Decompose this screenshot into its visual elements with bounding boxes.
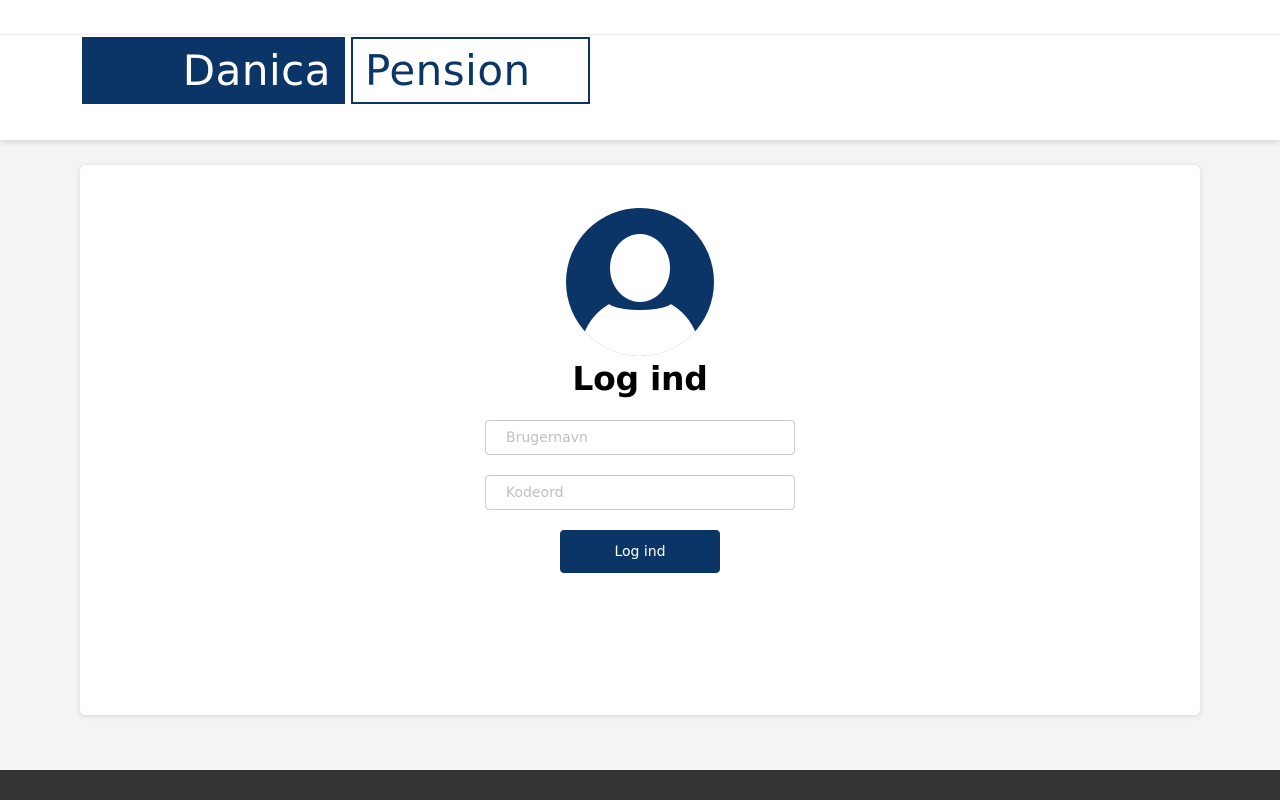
site-footer	[0, 770, 1280, 800]
login-button[interactable]: Log ind	[560, 530, 720, 573]
logo-text-pension: Pension	[351, 37, 590, 104]
password-input[interactable]	[485, 475, 795, 510]
login-title: Log ind	[572, 359, 708, 398]
danica-pension-logo[interactable]: Danica Pension	[82, 37, 590, 104]
logo-text-danica: Danica	[82, 37, 345, 104]
site-header: Danica Pension	[0, 0, 1280, 140]
header-divider	[0, 34, 1280, 35]
username-input[interactable]	[485, 420, 795, 455]
login-card: Log ind Log ind	[80, 165, 1200, 715]
user-avatar-icon	[566, 208, 714, 356]
